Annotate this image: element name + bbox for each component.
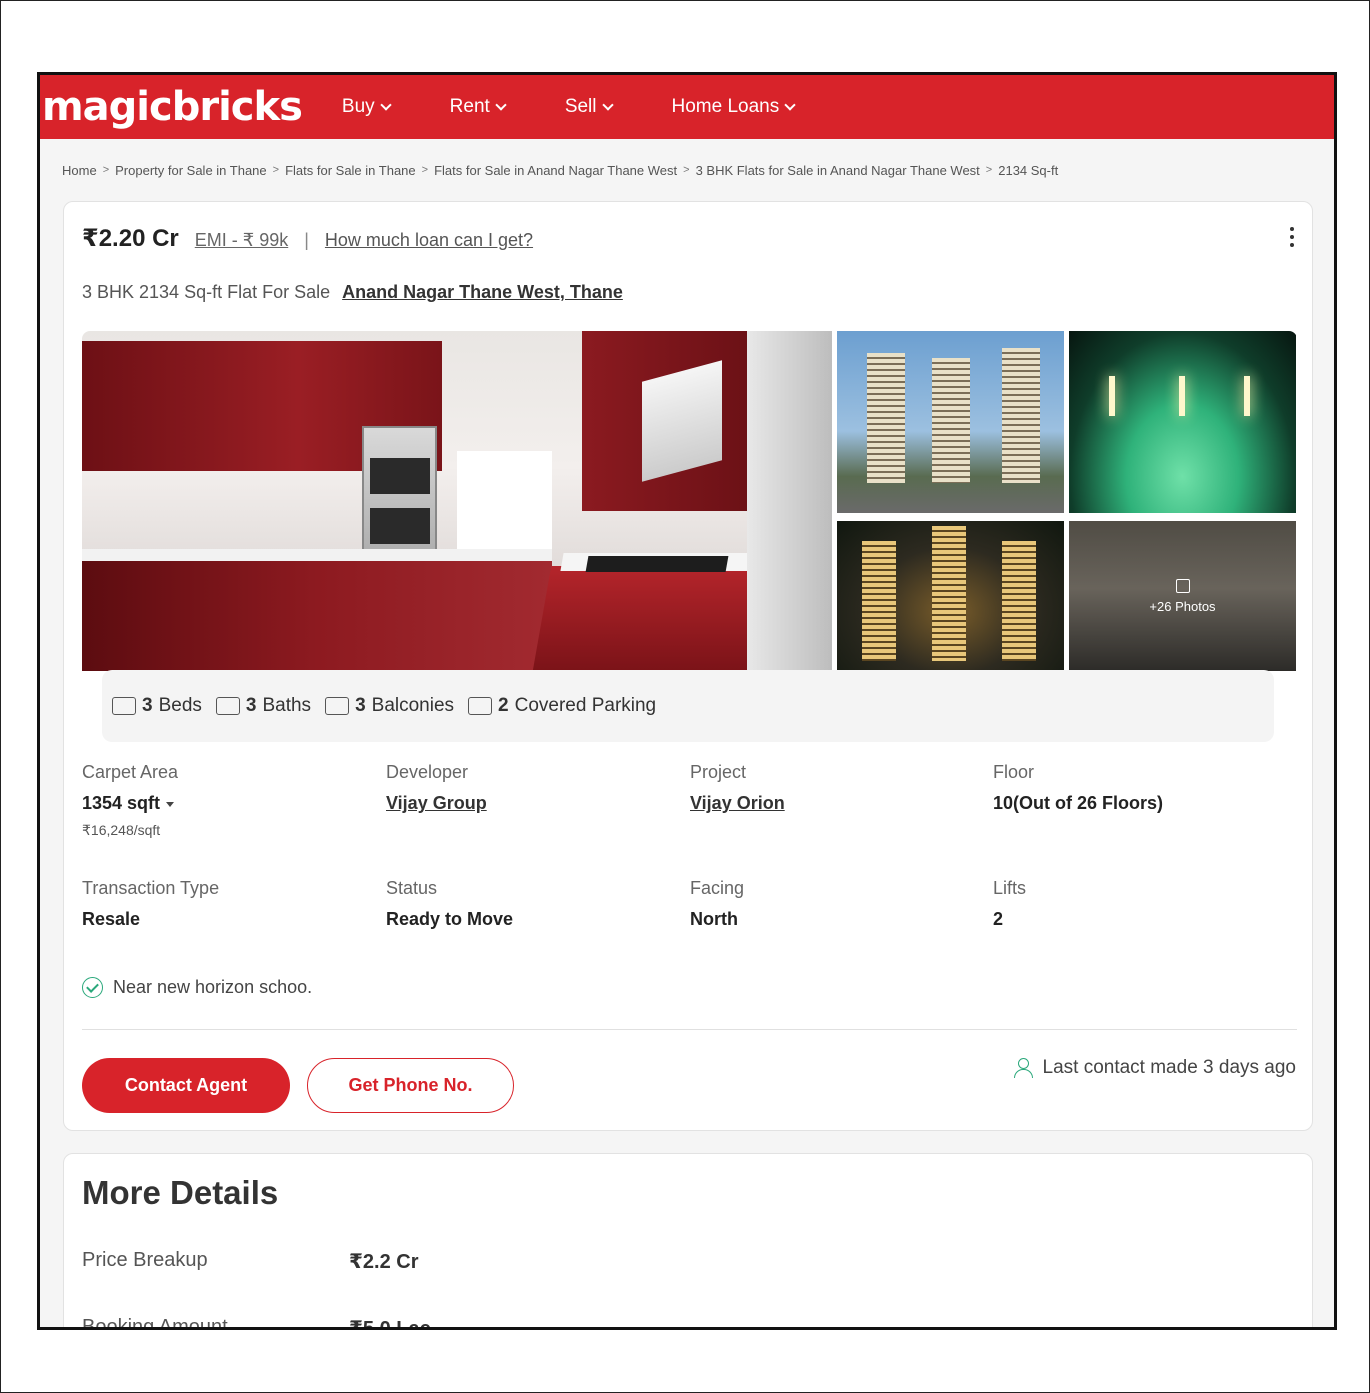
nav-rent[interactable]: Rent xyxy=(450,96,507,118)
chevron-down-icon xyxy=(495,99,507,111)
chevron-down-icon xyxy=(380,99,392,111)
property-price: ₹2.20 Cr xyxy=(82,225,179,252)
breadcrumb: Home > Property for Sale in Thane > Flats … xyxy=(40,139,1334,201)
more-options-icon[interactable] xyxy=(1288,224,1296,252)
breadcrumb-separator-icon: > xyxy=(683,164,690,176)
photo-gallery: +26 Photos xyxy=(82,331,1297,706)
chevron-down-icon xyxy=(784,99,796,111)
amenity-beds: 3 Beds xyxy=(112,695,202,717)
detail-facing: Facing North xyxy=(690,878,745,929)
top-navbar: magicbricks Buy Rent Sell Home Loans xyxy=(40,75,1334,139)
caret-down-icon xyxy=(166,801,175,807)
emi-link[interactable]: EMI - ₹ 99k xyxy=(195,230,288,251)
breadcrumb-flats-anand-nagar[interactable]: Flats for Sale in Anand Nagar Thane West xyxy=(434,163,677,178)
booking-amount-row: Booking Amount ₹5.0 Lac xyxy=(82,1316,431,1330)
project-link[interactable]: Vijay Orion xyxy=(690,793,970,814)
amenity-parking: 2 Covered Parking xyxy=(468,695,656,717)
developer-link[interactable]: Vijay Group xyxy=(386,793,666,814)
chevron-down-icon xyxy=(601,99,614,111)
more-photos-count: +26 Photos xyxy=(1149,598,1216,614)
main-photo-kitchen[interactable] xyxy=(82,331,832,671)
amenity-summary: 3 Beds 3 Baths 3 Balconies 2 Covered Parking xyxy=(102,670,1274,742)
breadcrumb-separator-icon: > xyxy=(421,164,429,176)
price-row: ₹2.20 Cr EMI - ₹ 99k | How much loan can… xyxy=(82,224,533,253)
nav-buy[interactable]: Buy xyxy=(342,96,392,118)
property-highlight: Near new horizon schoo. xyxy=(82,977,312,998)
detail-transaction-type: Transaction Type Resale xyxy=(82,878,220,929)
separator: | xyxy=(304,230,309,250)
more-photos-overlay[interactable]: +26 Photos xyxy=(1069,521,1296,671)
photo-thumbnail-aerial[interactable] xyxy=(837,521,1064,671)
divider xyxy=(82,1029,1297,1030)
balcony-icon xyxy=(325,697,350,715)
breadcrumb-separator-icon: > xyxy=(102,164,110,176)
breadcrumb-separator-icon: > xyxy=(272,164,280,176)
breadcrumb-property-thane[interactable]: Property for Sale in Thane xyxy=(115,163,267,178)
photo-thumbnail-towers[interactable] xyxy=(837,331,1064,513)
get-phone-button[interactable]: Get Phone No. xyxy=(307,1058,514,1113)
magicbricks-logo[interactable]: magicbricks xyxy=(42,87,303,127)
browser-viewport: magicbricks Buy Rent Sell Home Loans Hom… xyxy=(37,72,1337,1330)
more-details-title: More Details xyxy=(82,1174,279,1211)
locality-link[interactable]: Anand Nagar Thane West, Thane xyxy=(342,282,623,303)
breadcrumb-separator-icon: > xyxy=(985,164,993,176)
detail-carpet-area: Carpet Area 1354 sqft ₹16,248/sqft xyxy=(82,762,362,839)
breadcrumb-3bhk-anand-nagar[interactable]: 3 BHK Flats for Sale in Anand Nagar Than… xyxy=(696,163,980,178)
breadcrumb-current: 2134 Sq-ft xyxy=(998,162,1059,178)
detail-lifts: Lifts 2 xyxy=(993,878,1027,929)
detail-developer: Developer Vijay Group xyxy=(386,762,666,814)
price-breakup-row: Price Breakup ₹2.2 Cr xyxy=(82,1249,419,1273)
property-card: ₹2.20 Cr EMI - ₹ 99k | How much loan can… xyxy=(63,201,1313,1131)
bath-icon xyxy=(215,697,240,715)
car-icon xyxy=(468,697,493,715)
property-title-text: 3 BHK 2134 Sq-ft Flat For Sale xyxy=(82,282,331,302)
more-details-card: More Details Price Breakup ₹2.2 Cr Booki… xyxy=(63,1153,1313,1330)
carpet-area-unit-dropdown[interactable]: 1354 sqft xyxy=(82,793,362,814)
last-contact-info: Last contact made 3 days ago xyxy=(1013,1057,1296,1079)
breadcrumb-home[interactable]: Home xyxy=(62,163,97,178)
detail-status: Status Ready to Move xyxy=(386,878,514,929)
user-icon xyxy=(1013,1058,1033,1078)
amenity-balconies: 3 Balconies xyxy=(325,695,454,717)
photo-thumbnail-pool[interactable] xyxy=(1069,331,1296,513)
property-title: 3 BHK 2134 Sq-ft Flat For Sale Anand Nag… xyxy=(82,282,623,303)
nav-home-loans[interactable]: Home Loans xyxy=(672,96,796,118)
breadcrumb-flats-thane[interactable]: Flats for Sale in Thane xyxy=(285,163,416,178)
contact-agent-button[interactable]: Contact Agent xyxy=(82,1058,290,1113)
photo-thumbnail-living-room[interactable]: +26 Photos xyxy=(1069,521,1296,671)
amenity-baths: 3 Baths xyxy=(215,695,311,717)
photo-icon xyxy=(1175,578,1190,593)
detail-project: Project Vijay Orion xyxy=(690,762,970,814)
detail-floor: Floor 10(Out of 26 Floors) xyxy=(993,762,1164,813)
nav-sell[interactable]: Sell xyxy=(565,96,614,118)
bed-icon xyxy=(112,697,136,715)
loan-eligibility-link[interactable]: How much loan can I get? xyxy=(325,230,533,251)
check-circle-icon xyxy=(82,977,103,998)
